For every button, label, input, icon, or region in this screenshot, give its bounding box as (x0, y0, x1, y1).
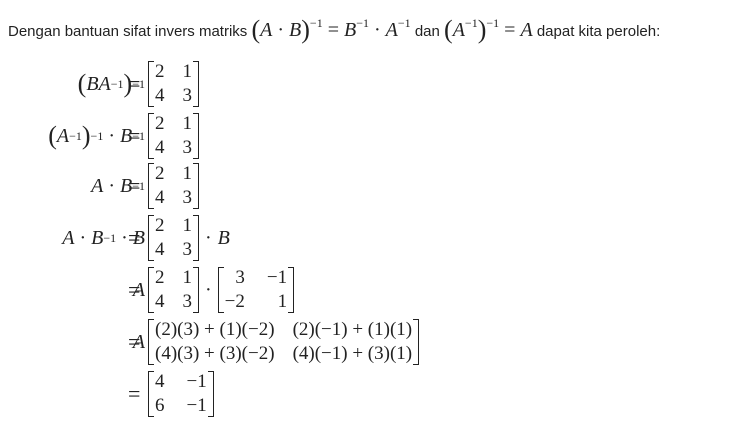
row4-equals: = (128, 225, 141, 250)
row1-equals: = (128, 71, 141, 96)
matrix-cell: 1 (182, 163, 193, 184)
row6-rhs: (2)(3) + (1)(−2) (2)(−1) + (1)(1) (4)(3)… (148, 316, 420, 368)
equation-row-6: A = (2)(3) + (1)(−2) (2)(−1) + (1)(1) (4… (0, 316, 749, 368)
row7-equals: = (128, 381, 141, 406)
matrix-cell: 2 (155, 61, 165, 82)
intro-text-before: Dengan bantuan sifat invers matriks (8, 23, 248, 40)
matrix-cell: 4 (155, 239, 165, 260)
matrix-2-1-4-3: 2 1 4 3 (148, 162, 199, 210)
row6-equals: = (128, 329, 141, 354)
matrix-cell: 3 (182, 291, 193, 312)
matrix-cell: 3 (182, 85, 193, 106)
dot-operator: · (205, 278, 212, 301)
row2-equals: = (128, 123, 141, 148)
matrix-b-inverse: 3 −1 −2 1 (217, 266, 295, 314)
equation-row-5: A = 2 1 4 3 · 3 −1 −2 1 (0, 264, 749, 316)
matrix-cell: 3 (235, 267, 245, 288)
matrix-cell: 4 (155, 85, 165, 106)
equation-row-7: = 4 −1 6 −1 (0, 368, 749, 420)
matrix-cell: 1 (182, 61, 193, 82)
matrix-cell: (4)(3) + (3)(−2) (155, 343, 275, 364)
matrix-cell: −1 (186, 395, 207, 416)
matrix-cell: 2 (155, 267, 165, 288)
matrix-cell: 3 (182, 239, 193, 260)
matrix-cell: −1 (266, 267, 288, 288)
intro-formula-double-inverse: (A−1)−1 = A (444, 15, 533, 44)
matrix-cell: 1 (277, 291, 288, 312)
matrix-cell: 2 (155, 163, 165, 184)
matrix-2-1-4-3: 2 1 4 3 (148, 266, 199, 314)
matrix-cell: 1 (182, 215, 193, 236)
matrix-cell: 4 (155, 137, 165, 158)
matrix-cell: 3 (182, 187, 193, 208)
row5-rhs: 2 1 4 3 · 3 −1 −2 1 (148, 264, 295, 316)
matrix-cell: 4 (155, 371, 165, 392)
matrix-cell: (2)(−1) + (1)(1) (292, 319, 413, 340)
intro-text-mid: dan (414, 23, 440, 40)
row4-rhs: 2 1 4 3 · B (148, 212, 230, 264)
matrix-cell: 1 (182, 113, 193, 134)
matrix-b-symbol: B (217, 226, 230, 249)
row1-rhs: 2 1 4 3 (148, 58, 199, 110)
matrix-cell: (2)(3) + (1)(−2) (155, 319, 275, 340)
matrix-cell: 3 (182, 137, 193, 158)
row3-rhs: 2 1 4 3 (148, 160, 199, 212)
equation-row-3: A · B −1 = 2 1 4 3 (0, 160, 749, 212)
equation-row-2: (A −1) −1 · B −1 = 2 1 4 3 (0, 110, 749, 162)
matrix-2-1-4-3: 2 1 4 3 (148, 60, 199, 108)
row5-equals: = (128, 277, 141, 302)
matrix-cell: 6 (155, 395, 165, 416)
intro-text-after: dapat kita peroleh: (536, 23, 661, 40)
row2-rhs: 2 1 4 3 (148, 110, 199, 162)
equation-row-1: (B A −1) −1 = 2 1 4 3 (0, 58, 749, 110)
matrix-cell: 1 (182, 267, 193, 288)
equation-row-4: A · B −1 · B = 2 1 4 3 · B (0, 212, 749, 264)
intro-formula-inverse-product: (A · B)−1 = B−1 · A−1 (251, 15, 411, 44)
matrix-cell: 2 (155, 113, 165, 134)
dot-operator: · (205, 226, 212, 249)
matrix-result: 4 −1 6 −1 (148, 370, 214, 418)
matrix-cell: 2 (155, 215, 165, 236)
matrix-2-1-4-3: 2 1 4 3 (148, 214, 199, 262)
row3-equals: = (128, 173, 141, 198)
matrix-cell: (4)(−1) + (3)(1) (292, 343, 413, 364)
intro-sentence: Dengan bantuan sifat invers matriks (A ·… (8, 6, 743, 49)
row7-rhs: 4 −1 6 −1 (148, 368, 214, 420)
matrix-product-expansion: (2)(3) + (1)(−2) (2)(−1) + (1)(1) (4)(3)… (148, 318, 420, 366)
matrix-2-1-4-3: 2 1 4 3 (148, 112, 199, 160)
matrix-cell: 4 (155, 291, 165, 312)
matrix-cell: 4 (155, 187, 165, 208)
matrix-cell: −2 (224, 291, 245, 312)
matrix-cell: −1 (186, 371, 207, 392)
